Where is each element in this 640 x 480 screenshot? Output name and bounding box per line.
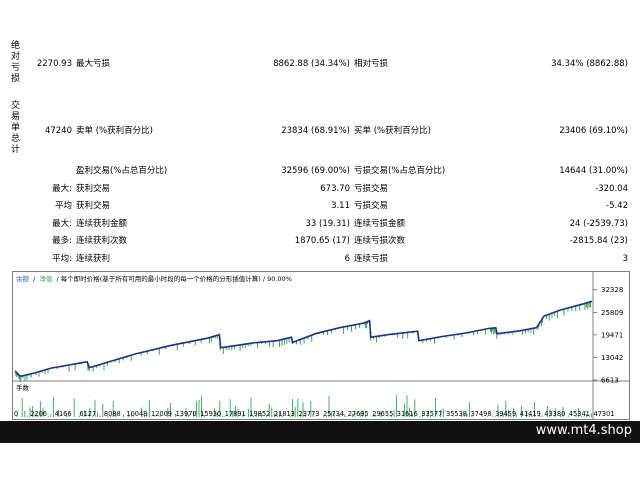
long-positions-value: 23406 (69.10%) — [559, 126, 628, 136]
loss-trades-value: 14644 (31.00%) — [559, 166, 628, 176]
total-trades-value: 47240 — [44, 126, 72, 136]
max-drawdown-value: 8862.88 (34.34%) — [273, 59, 350, 69]
y-tick-label: 13042 — [601, 354, 623, 362]
x-tick-label: 35538 — [446, 410, 467, 418]
short-positions-label: 卖单 (%获利百分比) — [76, 126, 153, 136]
y-tick-label: 32328 — [601, 286, 623, 294]
x-tick-label: 37498 — [471, 410, 492, 418]
x-tick-label: 4166 — [55, 410, 72, 418]
footer-site-link[interactable]: www.mt4.shop — [536, 423, 632, 438]
x-tick-label: 47301 — [594, 410, 615, 418]
row-right-label: 亏损交易 — [354, 184, 389, 194]
row-prefix: 最多: — [52, 236, 72, 246]
x-tick-label: 6127 — [79, 410, 96, 418]
balance-series — [14, 300, 593, 378]
x-tick-label: 8088 — [104, 410, 121, 418]
row-left-label: 获利交易 — [76, 184, 111, 194]
x-tick-label: 0 — [14, 410, 18, 418]
row-left-value: 673.70 — [320, 184, 350, 194]
legend-balance: 余额 — [16, 274, 30, 283]
relative-drawdown-value: 34.34% (8862.88) — [551, 59, 628, 69]
row-left-value: 1870.65 (17) — [294, 236, 350, 246]
relative-drawdown-label: 相对亏损 — [354, 59, 389, 69]
row-prefix: 最大: — [52, 184, 72, 194]
x-tick-label: 39459 — [495, 410, 516, 418]
x-tick-label: 25734 — [323, 410, 344, 418]
row-right-value: -5.42 — [606, 201, 628, 211]
x-tick-label: 27695 — [348, 410, 369, 418]
x-tick-label: 29655 — [372, 410, 393, 418]
x-tick-label: 31616 — [397, 410, 418, 418]
row-left-value: 6 — [344, 254, 350, 264]
x-tick-label: 13970 — [176, 410, 197, 418]
long-positions-label: 买单 (%获利百分比) — [354, 126, 431, 136]
profit-trades-label: 盈利交易(%占总百分比) — [76, 166, 168, 176]
profit-trades-value: 32596 (69.00%) — [281, 166, 350, 176]
x-tick-label: 43380 — [544, 410, 565, 418]
balance-line — [14, 300, 593, 378]
row-right-value: 24 (-2539.73) — [569, 219, 628, 229]
legend-separator: / — [33, 275, 36, 283]
x-tick-label: 23773 — [299, 410, 320, 418]
legend-equity: 净值 — [39, 274, 53, 283]
x-tick-label: 19852 — [249, 410, 270, 418]
absolute-drawdown-value: 2270.93 — [36, 59, 72, 69]
total-trades-heading: 交易单总计 — [10, 101, 20, 155]
x-tick-label: 45341 — [569, 410, 590, 418]
row-right-value: -2815.84 (23) — [569, 236, 628, 246]
x-tick-label: 15930 — [200, 410, 221, 418]
max-drawdown-label: 最大亏损 — [76, 59, 111, 69]
x-tick-label: 41419 — [520, 410, 541, 418]
x-tick-label: 33577 — [421, 410, 442, 418]
row-left-value: 33 (19.31) — [305, 219, 350, 229]
row-prefix: 平均 — [54, 201, 72, 211]
x-tick-label: 10048 — [126, 410, 147, 418]
equity-spikes — [15, 301, 592, 383]
x-tick-label: 12009 — [151, 410, 172, 418]
absolute-drawdown-heading: 绝对亏损 — [10, 41, 20, 84]
row-right-label: 亏损交易 — [354, 201, 389, 211]
row-left-label: 连续获利次数 — [76, 236, 128, 246]
legend-description: / 每个即时价格(基于所有可用的最小时段的每一个价格的分形插值计算) / 90.… — [56, 274, 291, 283]
loss-trades-label: 亏损交易(%占总百分比) — [354, 166, 446, 176]
footer-bar: www.mt4.shop — [0, 421, 640, 443]
y-tick-label: 6613 — [601, 377, 619, 385]
volume-pane-label: 手数 — [16, 383, 30, 392]
row-right-label: 连续亏损 — [354, 254, 389, 264]
x-axis: 0 2206 4166 6127 8088 10048 12009 13970 15930 178… — [14, 410, 615, 418]
y-axis-ticks: 32328 25809 19471 13042 6613 — [593, 286, 623, 385]
x-tick-label: 17891 — [225, 410, 246, 418]
row-right-label: 连续亏损金额 — [354, 219, 406, 229]
y-tick-label: 19471 — [601, 331, 623, 339]
short-positions-value: 23834 (68.91%) — [281, 126, 350, 136]
row-right-value: 3 — [622, 254, 628, 264]
row-right-label: 连续亏损次数 — [354, 236, 406, 246]
row-left-label: 连续获利金额 — [76, 219, 128, 229]
balance-chart: 余额 / 净值 / 每个即时价格(基于所有可用的最小时段的每一个价格的分形插值计… — [13, 272, 629, 419]
x-tick-label: 2206 — [30, 410, 47, 418]
balance-chart-panel: 余额 / 净值 / 每个即时价格(基于所有可用的最小时段的每一个价格的分形插值计… — [12, 271, 630, 420]
row-right-value: -320.04 — [595, 184, 628, 194]
x-tick-label: 21813 — [274, 410, 295, 418]
row-left-value: 3.11 — [331, 201, 350, 211]
y-tick-label: 25809 — [601, 309, 623, 317]
chart-legend: 余额 / 净值 / 每个即时价格(基于所有可用的最小时段的每一个价格的分形插值计… — [16, 274, 292, 283]
row-left-label: 连续获利 — [76, 254, 111, 264]
row-prefix: 最大: — [52, 219, 72, 229]
row-prefix: 平均: — [52, 254, 72, 264]
row-left-label: 获利交易 — [76, 201, 111, 211]
